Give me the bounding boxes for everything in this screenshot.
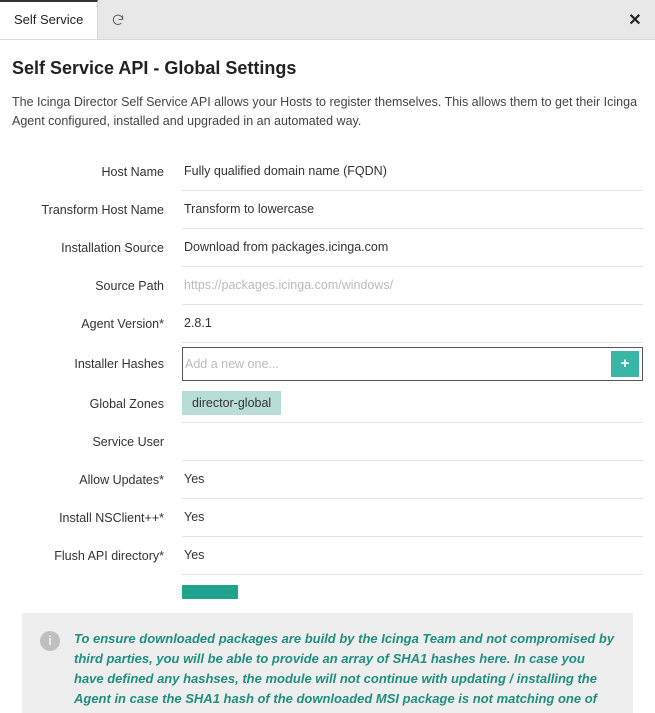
input-installer-hash[interactable] — [183, 348, 608, 380]
input-service-user[interactable] — [182, 428, 643, 454]
close-button[interactable]: ✕ — [615, 0, 655, 39]
content-panel: Self Service API - Global Settings The I… — [0, 40, 655, 713]
label-install-nsclient: Install NSClient++* — [12, 511, 182, 525]
hint-box: i To ensure downloaded packages are buil… — [22, 613, 633, 713]
input-agent-version[interactable] — [182, 310, 643, 336]
select-transform-host-name[interactable]: Transform to lowercase — [182, 196, 643, 222]
label-transform-host-name: Transform Host Name — [12, 203, 182, 217]
tag-global-zone[interactable]: director-global — [182, 391, 281, 415]
select-install-nsclient[interactable]: Yes — [182, 504, 643, 530]
label-agent-version: Agent Version* — [12, 317, 182, 331]
plus-icon: + — [621, 355, 630, 372]
label-installation-source: Installation Source — [12, 241, 182, 255]
select-host-name[interactable]: Fully qualified domain name (FQDN) — [182, 158, 643, 184]
select-flush-api-dir[interactable]: Yes — [182, 542, 643, 568]
refresh-icon — [111, 13, 125, 27]
label-service-user: Service User — [12, 435, 182, 449]
select-installation-source[interactable]: Download from packages.icinga.com — [182, 234, 643, 260]
info-icon: i — [40, 631, 60, 651]
label-source-path: Source Path — [12, 279, 182, 293]
page-description: The Icinga Director Self Service API all… — [12, 93, 643, 131]
close-icon: ✕ — [628, 10, 641, 30]
hint-text: To ensure downloaded packages are build … — [74, 629, 615, 713]
label-allow-updates: Allow Updates* — [12, 473, 182, 487]
label-flush-api-dir: Flush API directory* — [12, 549, 182, 563]
settings-form: Host Name Fully qualified domain name (F… — [12, 153, 643, 599]
refresh-button[interactable] — [98, 0, 138, 39]
tab-self-service[interactable]: Self Service — [0, 0, 98, 39]
select-allow-updates[interactable]: Yes — [182, 466, 643, 492]
label-global-zones: Global Zones — [12, 397, 182, 411]
tab-bar: Self Service ✕ — [0, 0, 655, 40]
label-host-name: Host Name — [12, 165, 182, 179]
tabbar-spacer — [138, 0, 615, 39]
submit-button[interactable] — [182, 585, 238, 599]
page-title: Self Service API - Global Settings — [12, 58, 643, 79]
installer-hashes-control: + — [182, 347, 643, 381]
add-hash-button[interactable]: + — [611, 351, 639, 377]
input-source-path[interactable] — [182, 272, 643, 298]
label-installer-hashes: Installer Hashes — [12, 357, 182, 371]
